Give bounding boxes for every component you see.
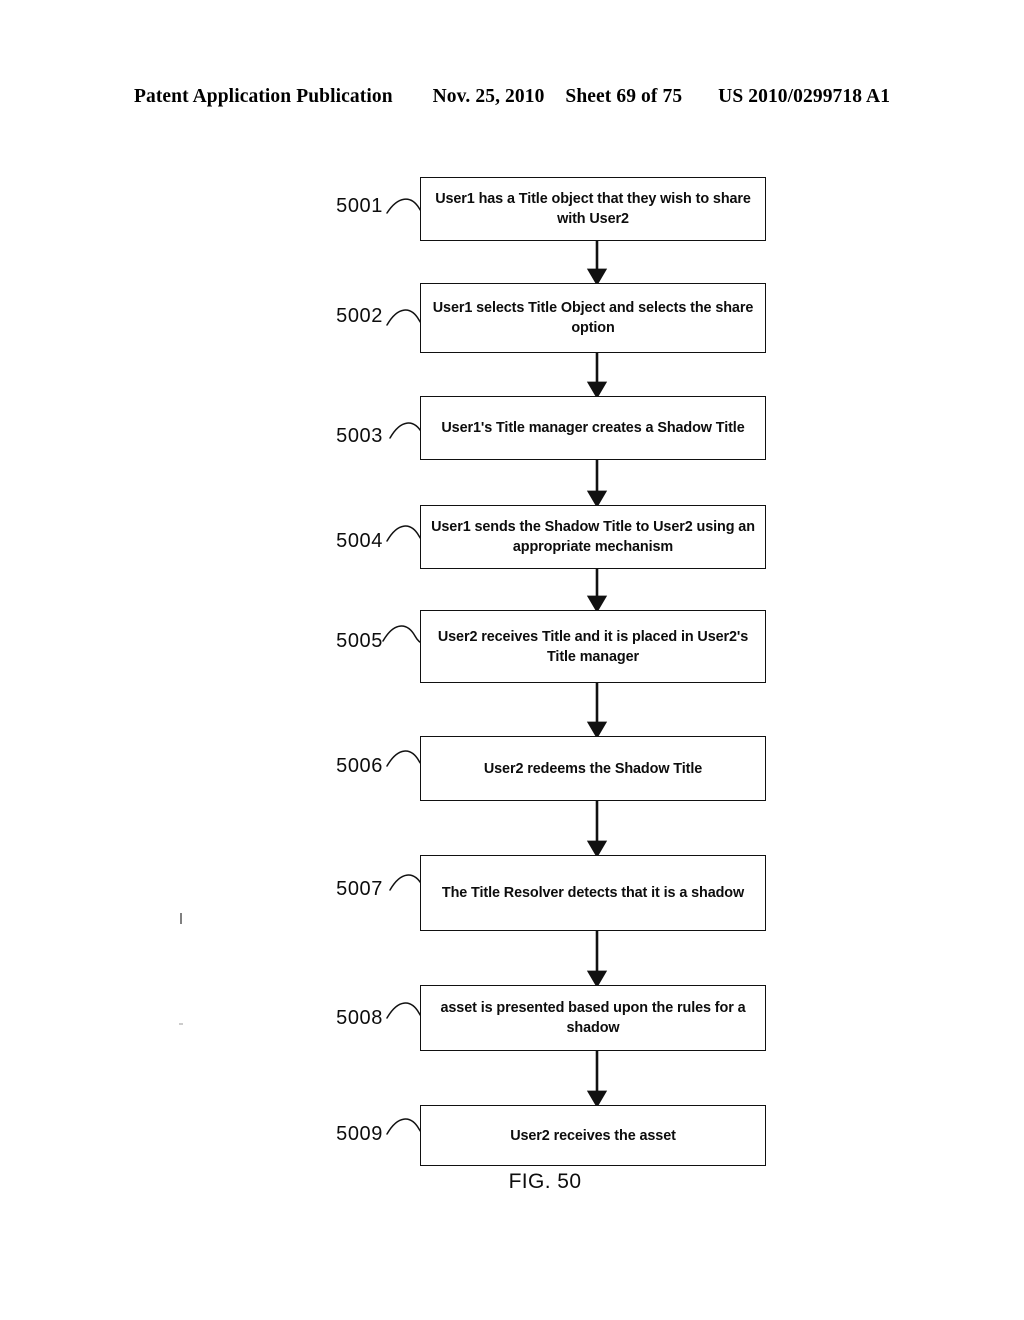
flowchart-node-5005: User2 receives Title and it is placed in… xyxy=(420,610,766,683)
ref-number-5008: 5008 xyxy=(336,1007,383,1029)
flowchart-node-5003: User1's Title manager creates a Shadow T… xyxy=(420,396,766,460)
flowchart-node-5006: User2 redeems the Shadow Title xyxy=(420,736,766,801)
flowchart-node-label: User2 redeems the Shadow Title xyxy=(483,760,703,777)
scan-artifact-mark xyxy=(180,913,182,924)
ref-number-5006: 5006 xyxy=(336,755,383,777)
flowchart-node-label: asset is presented based upon the rules … xyxy=(440,1000,746,1036)
flowchart-node-5004: User1 sends the Shadow Title to User2 us… xyxy=(420,505,766,569)
flowchart-node-label: User2 receives Title and it is placed in… xyxy=(437,628,749,665)
flowchart-diagram: 5001 5002 5003 5004 5005 5006 5007 5008 … xyxy=(0,0,1024,1320)
flowchart-node-label: User1 has a Title object that they wish … xyxy=(435,191,751,227)
flowchart-node-label: User1's Title manager creates a Shadow T… xyxy=(441,420,745,436)
flowchart-node-5007: The Title Resolver detects that it is a … xyxy=(420,855,766,931)
flowchart-node-5002: User1 selects Title Object and selects t… xyxy=(420,283,766,353)
ref-number-5003: 5003 xyxy=(336,425,383,447)
flowchart-node-5008: asset is presented based upon the rules … xyxy=(420,985,766,1051)
flowchart-node-label: User2 receives the asset xyxy=(510,1127,676,1144)
flowchart-node-5009: User2 receives the asset xyxy=(420,1105,766,1166)
flowchart-node-label: The Title Resolver detects that it is a … xyxy=(441,885,745,901)
flowchart-node-label: User1 selects Title Object and selects t… xyxy=(432,300,754,336)
ref-number-5005: 5005 xyxy=(336,630,383,652)
ref-number-5009: 5009 xyxy=(336,1123,383,1145)
flowchart-node-5001: User1 has a Title object that they wish … xyxy=(420,177,766,241)
ref-number-5007: 5007 xyxy=(336,878,383,900)
scan-artifact-mark xyxy=(179,1023,183,1025)
figure-caption: FIG. 50 xyxy=(508,1170,582,1193)
ref-number-5002: 5002 xyxy=(336,305,383,327)
flowchart-node-label: User1 sends the Shadow Title to User2 us… xyxy=(431,519,755,555)
ref-number-5001: 5001 xyxy=(336,195,383,217)
ref-number-5004: 5004 xyxy=(336,530,383,552)
